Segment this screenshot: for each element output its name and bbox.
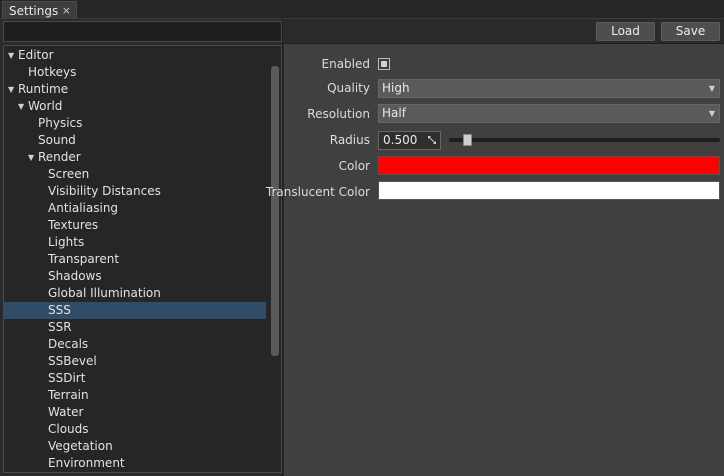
tree-item-label: Sound [38,133,76,147]
tree-item[interactable]: Transparent [4,251,266,268]
tree-item-label: Visibility Distances [48,184,161,198]
settings-window: Settings × ▼ Editor Hotkeys ▼ Runtime ▼ World P… [0,0,724,476]
tree-item[interactable]: SSBevel [4,353,266,370]
tree-item-label: Global Illumination [48,286,161,300]
expand-arrow-icon[interactable]: ▼ [18,98,28,115]
tree-item-label: Terrain [48,388,89,402]
tree-item[interactable]: Screen [4,166,266,183]
tree-item[interactable]: ▼ World [4,98,266,115]
enabled-label: Enabled [321,57,371,71]
tree-item-label: Lights [48,235,85,249]
expand-icon[interactable] [427,135,437,145]
tree-item-label: Screen [48,167,90,181]
tree-item-label: Decals [48,337,89,351]
tree-item-label: Editor [18,48,54,62]
tab-label: Settings [9,4,59,18]
tree-item[interactable]: Physics [4,115,266,132]
tree-item[interactable]: ▼ Editor [4,47,266,64]
tree-item-label: SSDirt [48,371,86,385]
tree-item[interactable]: ▼ Render [4,149,266,166]
tree-item[interactable]: SSR [4,319,266,336]
tree-item[interactable]: SSDirt [4,370,266,387]
tree-item[interactable]: Antialiasing [4,200,266,217]
tree-item[interactable]: Terrain [4,387,266,404]
resolution-select[interactable]: Half ▼ [378,104,720,123]
tree-item[interactable]: Environment [4,455,266,472]
tree-item-label: Shadows [48,269,102,283]
expand-arrow-icon[interactable]: ▼ [8,81,18,98]
properties-panel: Load Save Enabled Quality High ▼ Resolut… [266,19,724,476]
radius-value: 0.500 [383,133,418,147]
expand-arrow-icon[interactable]: ▼ [28,149,38,166]
tree-item[interactable]: Sound [4,132,266,149]
quality-label: Quality [327,81,370,95]
tree-item[interactable]: Decals [4,336,266,353]
tree-item[interactable]: Textures [4,217,266,234]
tree-item-label: Hotkeys [28,65,77,79]
radius-slider-track[interactable] [449,138,720,142]
tree-item-label: Environment [48,456,125,470]
tree-item[interactable]: Vegetation [4,438,266,455]
tree-item[interactable]: Global Illumination [4,285,266,302]
tree-scrollbar[interactable] [271,66,279,356]
tree-item-label: Transparent [48,252,120,266]
tree-item[interactable]: Visibility Distances [4,183,266,200]
color-label: Color [338,159,370,173]
tree-item-label: Physics [38,116,83,130]
tree-item-label: Textures [48,218,99,232]
toolbar: Load Save [284,19,724,44]
tree-item-label: World [28,99,63,113]
load-button[interactable]: Load [596,22,655,41]
tree-item-label: SSBevel [48,354,97,368]
quality-select[interactable]: High ▼ [378,79,720,98]
tree-item[interactable]: SSS [4,302,266,319]
save-button[interactable]: Save [661,22,720,41]
expand-arrow-icon[interactable]: ▼ [8,47,18,64]
search-input[interactable] [3,21,282,42]
tab-bar: Settings × [0,0,724,20]
quality-value: High [382,81,410,95]
resolution-label: Resolution [307,107,370,121]
enabled-checkbox[interactable] [378,58,390,70]
tree-item[interactable]: Lights [4,234,266,251]
resolution-value: Half [382,106,406,120]
radius-input[interactable]: 0.500 [378,131,441,150]
translucent-color-label: Translucent Color [265,185,370,199]
radius-slider-handle[interactable] [462,134,472,146]
settings-tree: ▼ Editor Hotkeys ▼ Runtime ▼ World Physics Sound… [3,45,282,473]
tab-settings[interactable]: Settings × [2,1,77,20]
tree-item[interactable]: Shadows [4,268,266,285]
settings-tree-panel: ▼ Editor Hotkeys ▼ Runtime ▼ World Physics Sound… [0,19,283,476]
tree-item-label: Clouds [48,422,89,436]
tree-item-label: Antialiasing [48,201,119,215]
tree-item[interactable]: Hotkeys [4,64,266,81]
close-icon[interactable]: × [62,4,71,17]
translucent-color-swatch[interactable] [378,181,720,200]
tree-item-label: Render [38,150,81,164]
chevron-down-icon: ▼ [708,84,715,93]
tree-item-label: Runtime [18,82,69,96]
tree-item-label: Water [48,405,84,419]
tree-item-label: Vegetation [48,439,113,453]
tree-item[interactable]: Clouds [4,421,266,438]
tree-item[interactable]: Water [4,404,266,421]
tree-item-label: SSR [48,320,72,334]
tree-item-label: SSS [48,303,71,317]
color-swatch[interactable] [378,156,720,175]
chevron-down-icon: ▼ [708,109,715,118]
radius-label: Radius [329,133,370,147]
tree-item[interactable]: ▼ Runtime [4,81,266,98]
